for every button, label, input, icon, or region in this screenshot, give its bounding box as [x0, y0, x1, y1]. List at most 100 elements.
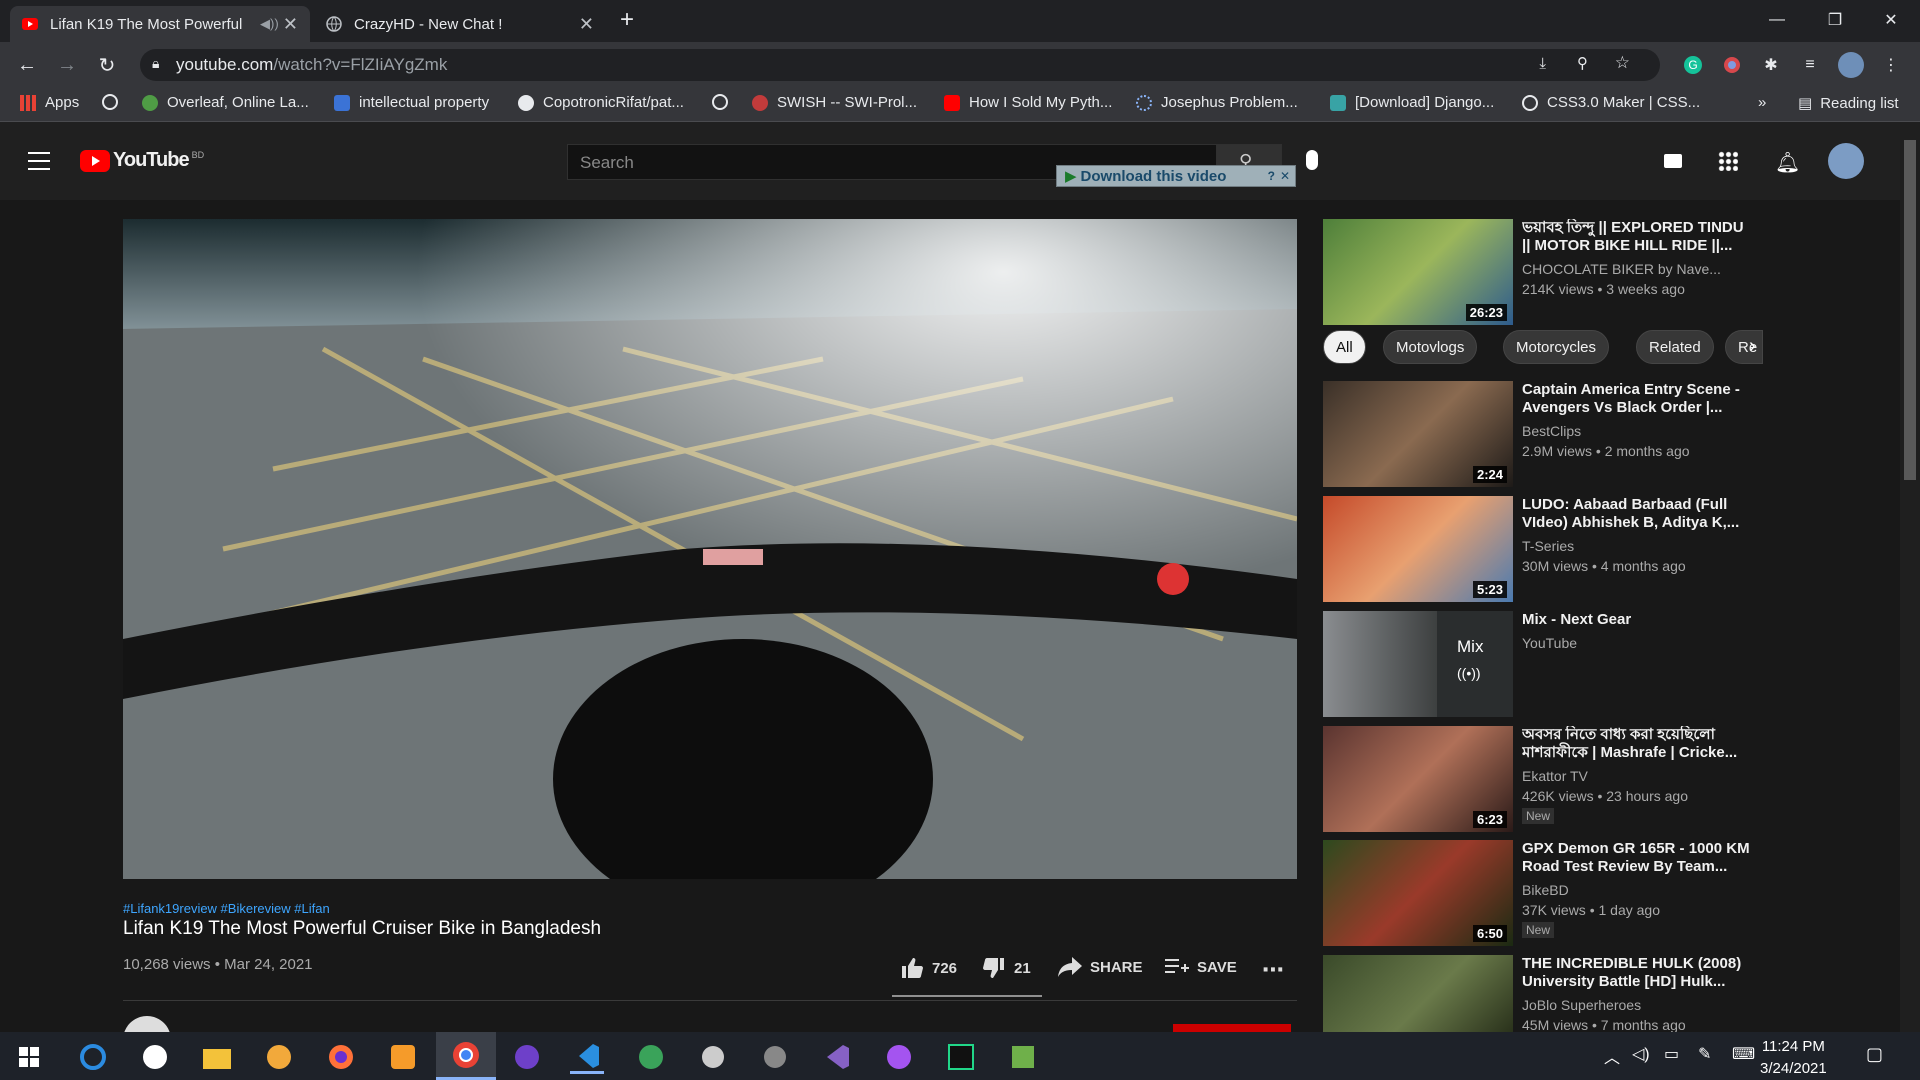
tab-youtube-video[interactable]: Lifan K19 The Most Powerful ◀)) ✕ [10, 6, 310, 42]
recommendation-item[interactable]: 5:23 LUDO: Aabaad Barbaad (Full VIdeo) A… [1323, 496, 1753, 602]
restore-icon[interactable]: ❐ [1806, 0, 1864, 40]
bookmark-globe-2[interactable] [712, 94, 737, 110]
bookmark-apps[interactable]: Apps [20, 94, 79, 111]
reload-icon[interactable]: ↻ [92, 50, 122, 80]
scrollbar-thumb[interactable] [1904, 140, 1916, 480]
system-clock[interactable]: 11:24 PM 3/24/2021 [1760, 1036, 1827, 1080]
microphone-icon[interactable] [1306, 150, 1318, 170]
whatsapp-icon[interactable] [138, 1040, 172, 1074]
media-controls-icon[interactable]: ≡ [1799, 54, 1821, 76]
extension-icon[interactable] [1721, 54, 1743, 76]
chip-all[interactable]: All [1323, 330, 1366, 364]
chip-motovlogs[interactable]: Motovlogs [1383, 330, 1478, 364]
tray-chevron-icon[interactable]: ︿ [1604, 1044, 1620, 1068]
like-button[interactable]: 726 [900, 957, 957, 979]
messenger-icon[interactable] [882, 1040, 916, 1074]
recommendation-item[interactable]: Mix ((•)) Mix - Next Gear YouTube [1323, 611, 1753, 717]
app-icon[interactable] [1006, 1040, 1040, 1074]
puzzle-extensions-icon[interactable]: ✱ [1760, 54, 1782, 76]
chevron-right-icon[interactable]: › [1749, 335, 1756, 358]
bookmark-django[interactable]: [Download] Django... [1330, 94, 1494, 111]
vpn-icon[interactable] [262, 1040, 296, 1074]
chip-partial[interactable]: Re [1725, 330, 1763, 364]
recommendation-item[interactable]: 6:50 GPX Demon GR 165R - 1000 KM Road Te… [1323, 840, 1753, 946]
network-icon[interactable]: ▭ [1664, 1044, 1679, 1064]
file-explorer-icon[interactable] [200, 1040, 234, 1074]
tab-close-icon[interactable]: ✕ [579, 14, 594, 35]
help-icon[interactable]: ? [1268, 169, 1275, 183]
back-icon[interactable]: ← [12, 50, 42, 80]
volume-icon[interactable]: ◁) [1632, 1044, 1650, 1064]
video-thumbnail[interactable]: 26:23 [1323, 219, 1513, 325]
download-video-banner[interactable]: ▶ Download this video? ✕ [1056, 165, 1296, 187]
chip-motorcycles[interactable]: Motorcycles [1503, 330, 1610, 364]
share-button[interactable]: SHARE [1058, 957, 1143, 977]
tab-close-icon[interactable]: ✕ [283, 14, 298, 35]
recommendation-item[interactable]: 2:24 Captain America Entry Scene - Aveng… [1323, 381, 1753, 487]
notifications-bell-icon[interactable]: 🔔︎ [1775, 150, 1800, 175]
bookmark-globe[interactable] [102, 94, 127, 110]
app-icon[interactable] [696, 1040, 730, 1074]
bookmark-overleaf[interactable]: Overleaf, Online La... [142, 94, 309, 111]
bookmark-github[interactable]: CopotronicRifat/pat... [518, 94, 684, 111]
profile-avatar[interactable] [1838, 52, 1864, 78]
chip-related[interactable]: Related [1636, 330, 1714, 364]
video-thumbnail[interactable] [1323, 955, 1513, 1032]
app-icon[interactable] [634, 1040, 668, 1074]
apps-icon[interactable] [1718, 151, 1738, 171]
close-window-icon[interactable]: ✕ [1862, 0, 1920, 40]
recommendation-item[interactable]: THE INCREDIBLE HULK (2008) University Ba… [1323, 955, 1753, 1032]
close-icon[interactable]: ✕ [1280, 169, 1290, 183]
new-tab-icon[interactable]: + [620, 6, 634, 34]
tab-audio-icon[interactable]: ◀)) [260, 16, 279, 32]
minimize-icon[interactable]: — [1748, 0, 1806, 40]
bookmark-python[interactable]: How I Sold My Pyth... [944, 94, 1112, 111]
bookmark-swish[interactable]: SWISH -- SWI-Prol... [752, 94, 917, 111]
tab-crazyhd[interactable]: CrazyHD - New Chat ! ✕ [314, 6, 606, 42]
keyboard-icon[interactable]: ⌨ [1732, 1044, 1755, 1064]
bookmark-css[interactable]: CSS3.0 Maker | CSS... [1522, 94, 1700, 111]
hamburger-menu-icon[interactable] [28, 152, 50, 170]
windows-start-icon[interactable] [12, 1040, 46, 1074]
youtube-play-icon [80, 149, 110, 172]
address-bar[interactable]: 🔒︎ youtube.com/watch?v=FlZIiAYgZmk ⤓ ⚲ ☆ [140, 49, 1660, 81]
bookmark-josephus[interactable]: Josephus Problem... [1136, 94, 1298, 111]
recommendation-item[interactable]: 6:23 অবসর নিতে বাধ্য করা হয়েছিলো মাশরাফ… [1323, 726, 1753, 832]
video-thumbnail[interactable]: 5:23 [1323, 496, 1513, 602]
dislike-button[interactable]: 21 [982, 957, 1031, 979]
reading-list-button[interactable]: ▤ Reading list [1798, 94, 1899, 113]
pycharm-icon[interactable] [944, 1040, 978, 1074]
page-scrollbar[interactable] [1900, 122, 1920, 1032]
chrome-menu-icon[interactable]: ⋮ [1880, 54, 1902, 76]
video-thumbnail[interactable]: 6:50 [1323, 840, 1513, 946]
account-avatar[interactable] [1828, 143, 1864, 179]
video-thumbnail[interactable]: Mix ((•)) [1323, 611, 1513, 717]
grammarly-icon[interactable]: G [1682, 54, 1704, 76]
github-desktop-icon[interactable] [510, 1040, 544, 1074]
bookmark-ip[interactable]: intellectual property [334, 94, 489, 111]
video-thumbnail[interactable]: 2:24 [1323, 381, 1513, 487]
forward-icon[interactable]: → [52, 50, 82, 80]
vscode-icon[interactable] [570, 1040, 604, 1074]
download-page-icon[interactable]: ⤓ [1539, 55, 1546, 72]
app-icon[interactable] [758, 1040, 792, 1074]
create-video-icon[interactable] [1664, 154, 1682, 168]
visual-studio-icon[interactable] [820, 1040, 854, 1074]
sublime-icon[interactable] [386, 1040, 420, 1074]
recommendation-item[interactable]: 26:23 ভয়াবহ তিন্দু || EXPLORED TINDU ||… [1323, 219, 1753, 325]
video-thumbnail[interactable]: 6:23 [1323, 726, 1513, 832]
video-player[interactable] [123, 219, 1297, 879]
more-bookmarks-icon[interactable]: » [1758, 94, 1766, 111]
chrome-icon[interactable] [436, 1032, 496, 1080]
more-actions-icon[interactable]: ⋯ [1262, 957, 1284, 983]
bookmark-star-icon[interactable]: ☆ [1615, 53, 1630, 73]
save-button[interactable]: SAVE [1165, 957, 1237, 977]
video-hashtags[interactable]: #Lifank19review #Bikereview #Lifan [123, 901, 330, 916]
firefox-icon[interactable] [324, 1040, 358, 1074]
subscribe-button[interactable] [1173, 1024, 1291, 1032]
pen-icon[interactable]: ✎ [1698, 1044, 1711, 1064]
search-app-icon[interactable] [76, 1040, 110, 1074]
zoom-icon[interactable]: ⚲ [1577, 54, 1588, 72]
notification-center-icon[interactable]: ▢ [1866, 1044, 1883, 1065]
youtube-logo[interactable]: YouTube BD [80, 149, 204, 172]
